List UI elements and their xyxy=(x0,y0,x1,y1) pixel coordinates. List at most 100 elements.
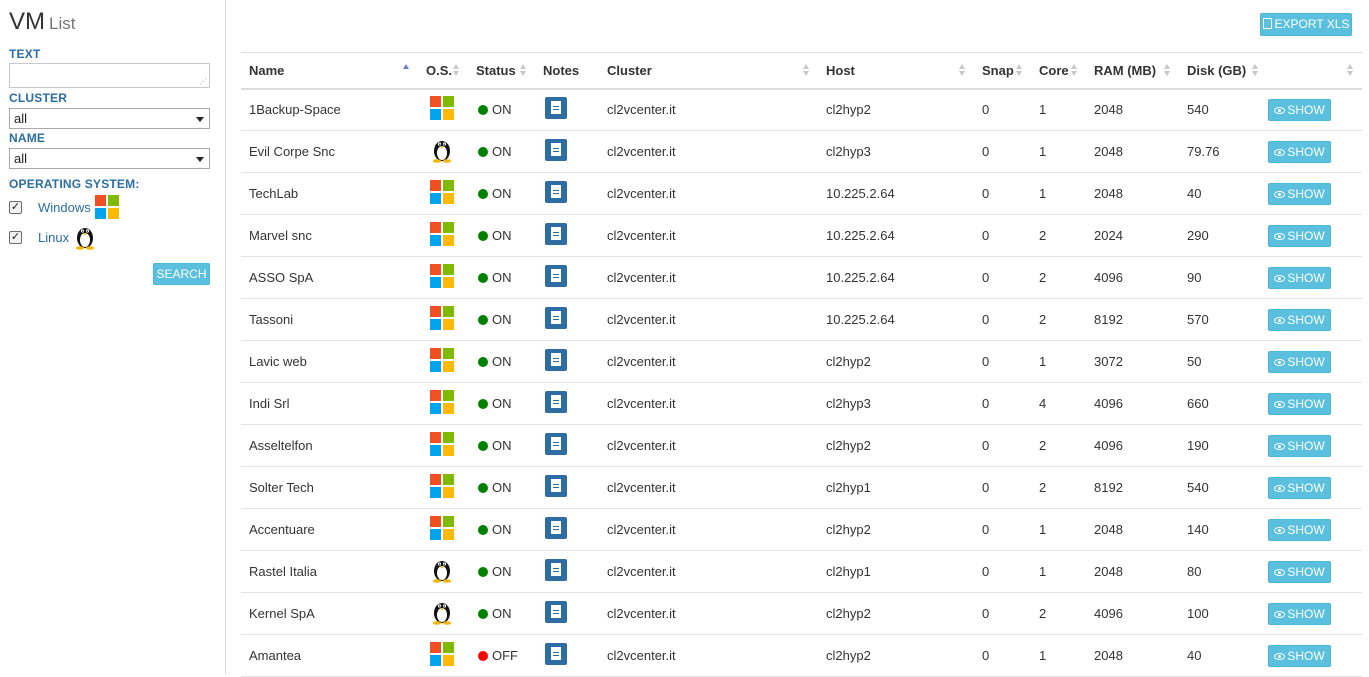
notes-button[interactable] xyxy=(545,265,567,287)
notes-button[interactable] xyxy=(545,601,567,623)
disk-cell: 660 xyxy=(1187,396,1209,411)
column-header-os[interactable]: O.S. xyxy=(418,53,468,89)
export-xls-button[interactable]: EXPORT XLS xyxy=(1260,13,1352,36)
resize-grip-icon[interactable]: ⋰ xyxy=(199,78,207,86)
table-row[interactable]: Kernel SpA ON cl2vcenter.it cl2hyp2 0 2 4096 10… xyxy=(241,593,1362,635)
table-row[interactable]: Amantea OFF cl2vcenter.it cl2hyp2 0 1 2048 40 SH… xyxy=(241,635,1362,677)
windows-checkbox[interactable]: ✓ xyxy=(9,200,22,214)
snap-cell: 0 xyxy=(982,606,990,621)
os-cell xyxy=(418,551,468,593)
vm-name-cell: ASSO SpA xyxy=(249,270,314,285)
notes-button[interactable] xyxy=(545,349,567,371)
core-cell: 2 xyxy=(1039,606,1047,621)
actions-cell: SHOW xyxy=(1267,383,1362,425)
show-button[interactable]: SHOW xyxy=(1268,350,1331,373)
column-header-ram[interactable]: RAM (MB) xyxy=(1086,53,1179,89)
text-filter-input[interactable]: ⋰ xyxy=(9,63,210,88)
document-icon xyxy=(551,185,561,198)
ram-cell: 2048 xyxy=(1094,648,1123,663)
status-cell: ON xyxy=(468,215,535,257)
column-header-cluster[interactable]: Cluster xyxy=(599,53,818,89)
table-row[interactable]: Solter Tech ON cl2vcenter.it cl2hyp1 0 2 8192 5… xyxy=(241,467,1362,509)
notes-button[interactable] xyxy=(545,223,567,245)
table-row[interactable]: Tassoni ON cl2vcenter.it 10.225.2.64 0 2 8192 5… xyxy=(241,299,1362,341)
os-cell xyxy=(418,257,468,299)
column-header-actions[interactable] xyxy=(1267,53,1362,89)
disk-cell: 570 xyxy=(1187,312,1209,327)
notes-button[interactable] xyxy=(545,181,567,203)
host-cell: 10.225.2.64 xyxy=(826,312,895,327)
table-row[interactable]: ASSO SpA ON cl2vcenter.it 10.225.2.64 0 2 4096… xyxy=(241,257,1362,299)
linux-icon xyxy=(76,228,95,250)
show-button-label: SHOW xyxy=(1287,480,1325,495)
eye-icon xyxy=(1274,232,1286,240)
cluster-cell: cl2vcenter.it xyxy=(607,606,676,621)
show-button[interactable]: SHOW xyxy=(1268,140,1331,163)
notes-button[interactable] xyxy=(545,139,567,161)
column-header-host[interactable]: Host xyxy=(818,53,974,89)
cluster-select[interactable]: all xyxy=(9,108,210,129)
table-row[interactable]: Marvel snc ON cl2vcenter.it 10.225.2.64 0 2 20… xyxy=(241,215,1362,257)
notes-button[interactable] xyxy=(545,643,567,665)
snap-cell: 0 xyxy=(982,354,990,369)
show-button[interactable]: SHOW xyxy=(1268,434,1331,457)
notes-button[interactable] xyxy=(545,475,567,497)
linux-icon xyxy=(433,603,451,625)
table-row[interactable]: TechLab ON cl2vcenter.it 10.225.2.64 0 1 2048 4… xyxy=(241,173,1362,215)
os-cell xyxy=(418,89,468,131)
windows-icon xyxy=(430,96,454,121)
table-row[interactable]: Evil Corpe Snc ON cl2vcenter.it cl2hyp3 0 1 20… xyxy=(241,131,1362,173)
column-header-disk[interactable]: Disk (GB) xyxy=(1179,53,1267,89)
notes-button[interactable] xyxy=(545,391,567,413)
table-row[interactable]: Accentuare ON cl2vcenter.it cl2hyp2 0 1 2048 14… xyxy=(241,509,1362,551)
os-option-linux[interactable]: ✓ Linux xyxy=(9,225,97,250)
notes-button[interactable] xyxy=(545,433,567,455)
notes-cell xyxy=(535,299,599,341)
vm-name-cell: Kernel SpA xyxy=(249,606,315,621)
show-button[interactable]: SHOW xyxy=(1268,644,1331,667)
core-cell: 1 xyxy=(1039,186,1047,201)
snap-cell: 0 xyxy=(982,438,990,453)
table-row[interactable]: Indi Srl ON cl2vcenter.it cl2hyp3 0 4 4096 660 S… xyxy=(241,383,1362,425)
column-header-label: Snap xyxy=(982,62,1014,78)
sort-icon xyxy=(1347,64,1354,76)
table-row[interactable]: Asseltelfon ON cl2vcenter.it cl2hyp2 0 2 4096 1… xyxy=(241,425,1362,467)
table-row[interactable]: Rastel Italia ON cl2vcenter.it cl2hyp1 0 1 204… xyxy=(241,551,1362,593)
show-button[interactable]: SHOW xyxy=(1268,560,1331,583)
show-button[interactable]: SHOW xyxy=(1268,392,1331,415)
actions-cell: SHOW xyxy=(1267,131,1362,173)
notes-cell xyxy=(535,593,599,635)
notes-button[interactable] xyxy=(545,517,567,539)
search-button[interactable]: SEARCH xyxy=(153,263,210,285)
column-header-core[interactable]: Core xyxy=(1031,53,1086,89)
vm-table: Name O.S. Status Notes Cluster Host Snap… xyxy=(241,52,1362,677)
snap-cell: 0 xyxy=(982,186,990,201)
notes-button[interactable] xyxy=(545,97,567,120)
show-button[interactable]: SHOW xyxy=(1268,518,1331,541)
show-button[interactable]: SHOW xyxy=(1268,182,1331,205)
linux-checkbox[interactable]: ✓ xyxy=(9,230,22,244)
name-select[interactable]: all xyxy=(9,148,210,169)
core-cell: 1 xyxy=(1039,522,1047,537)
show-button[interactable]: SHOW xyxy=(1268,266,1331,289)
show-button[interactable]: SHOW xyxy=(1268,602,1331,625)
notes-button[interactable] xyxy=(545,307,567,329)
status-text: ON xyxy=(492,312,512,327)
column-header-status[interactable]: Status xyxy=(468,53,535,89)
column-header-snap[interactable]: Snap xyxy=(974,53,1031,89)
show-button[interactable]: SHOW xyxy=(1268,224,1331,247)
actions-cell: SHOW xyxy=(1267,509,1362,551)
sort-asc-icon xyxy=(403,64,410,76)
show-button[interactable]: SHOW xyxy=(1268,308,1331,331)
table-row[interactable]: Lavic web ON cl2vcenter.it cl2hyp2 0 1 3072 50 S… xyxy=(241,341,1362,383)
ram-cell: 4096 xyxy=(1094,270,1123,285)
column-header-name[interactable]: Name xyxy=(241,53,418,89)
os-cell xyxy=(418,173,468,215)
windows-icon xyxy=(430,222,454,246)
os-option-windows[interactable]: ✓ Windows xyxy=(9,195,119,219)
eye-icon xyxy=(1274,190,1286,198)
notes-button[interactable] xyxy=(545,559,567,581)
table-row[interactable]: 1Backup-Space ON cl2vcenter.it cl2hyp2 0 1 204… xyxy=(241,89,1362,131)
show-button[interactable]: SHOW xyxy=(1268,476,1331,499)
show-button[interactable]: SHOW xyxy=(1268,98,1331,121)
